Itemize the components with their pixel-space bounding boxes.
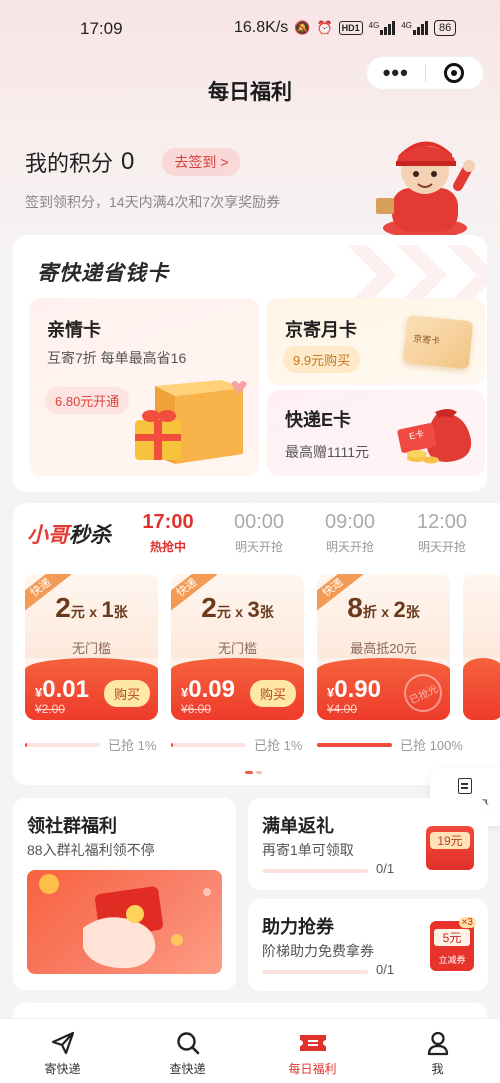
battery-icon: 86 [434, 20, 457, 36]
bottom-tab-bar: 寄快递 查快递 每日福利 我 [0, 1018, 500, 1083]
assist-progress [262, 970, 368, 974]
status-right: 16.8K/s 🔕 ⏰ HD1 4G 4G 86 [234, 19, 457, 37]
status-time: 17:09 [80, 19, 123, 38]
monthly-card-price-button[interactable]: 9.9元购买 [283, 346, 361, 373]
e-card-tile[interactable]: 快递E卡 最高赠1111元 E卡 [267, 390, 485, 476]
target-close-icon[interactable] [425, 63, 483, 83]
coupon-card[interactable]: 快递 2元 x 3张 无门槛 ¥0.09 ¥6.00 购买 [171, 574, 304, 720]
group-welfare-card[interactable]: 领社群福利 88入群礼福利领不停 [13, 798, 236, 990]
search-icon [176, 1032, 199, 1055]
jingji-card-illustration: 京寄卡 [402, 314, 474, 370]
assist-coupon-card[interactable]: 助力抢券 阶梯助力免费拿券 0/1 ×3 5元 立减券 [248, 899, 488, 991]
points-value: 0 [121, 148, 135, 175]
progress-fill [25, 742, 28, 747]
red-envelope-badge: 19元 [426, 826, 474, 870]
carousel-dots [245, 771, 262, 774]
monthly-card-tile[interactable]: 京寄月卡 9.9元购买 京寄卡 [267, 298, 485, 385]
coupon-price: ¥0.09 [181, 676, 235, 703]
mute-bell-icon: 🔕 [294, 20, 311, 35]
coupon-price: ¥0.01 [35, 676, 89, 703]
tab-me[interactable]: 我 [375, 1019, 500, 1083]
group-welfare-desc: 88入群礼福利领不停 [27, 842, 155, 858]
assist-title: 助力抢券 [262, 917, 334, 937]
nav-bar: 每日福利 ••• [0, 56, 500, 120]
full-return-count: 0/1 [376, 861, 395, 876]
coupon-progress: 已抢 1% [171, 735, 302, 754]
alarm-icon: ⏰ [316, 20, 333, 35]
hand-red-envelope-illustration [39, 874, 211, 969]
signal-icon-2: 4G [401, 21, 428, 35]
progress-fill [171, 742, 174, 747]
checkin-button[interactable]: 去签到 > [162, 148, 241, 176]
points-desc: 签到领积分，14天内满4次和7次享奖励券 [25, 194, 281, 210]
network-speed: 16.8K/s [234, 19, 289, 36]
coupon-condition: 最高抵20元 [350, 641, 417, 656]
monthly-card-title: 京寄月卡 [285, 320, 357, 340]
coupon-card-partial[interactable] [463, 574, 500, 720]
coupon-progress: 已抢 100% [317, 735, 463, 754]
buy-button[interactable]: 购买 [103, 680, 150, 707]
money-saving-card-section: 寄快递省钱卡 亲情卡 互寄7折 每单最高省16 6.80元开通 京寄月卡 9.9… [13, 235, 487, 492]
family-card-price-button[interactable]: 6.80元开通 [45, 387, 130, 414]
coupon-amount: 8折 x 2张 [347, 592, 420, 623]
e-card-title: 快递E卡 [285, 410, 352, 430]
gift-box-illustration [135, 380, 247, 464]
points-title: 我的积分 [25, 151, 114, 176]
status-bar: 17:09 16.8K/s 🔕 ⏰ HD1 4G 4G 86 [0, 0, 500, 56]
coupon-progress: 已抢 1% [25, 735, 156, 754]
coupon-condition: 无门槛 [71, 641, 111, 656]
time-tab-1200[interactable]: 12:00 明天开抢 [402, 511, 482, 555]
assist-count: 0/1 [376, 962, 395, 977]
coupon-card[interactable]: 快递 8折 x 2张 最高抵20元 ¥0.90 ¥4.00 已抢光 [317, 574, 450, 720]
full-return-desc: 再寄1单可领取 [262, 842, 354, 858]
family-card-title: 亲情卡 [47, 320, 101, 340]
e-card-desc: 最高赠1111元 [285, 444, 370, 460]
coupon-stack-badge: ×3 5元 立减券 [430, 917, 476, 971]
time-tab-0000[interactable]: 00:00 明天开抢 [219, 511, 299, 555]
tab-track-express[interactable]: 查快递 [125, 1019, 250, 1083]
red-bag-coins-illustration [397, 409, 472, 464]
time-tab-1700[interactable]: 17:00 热抢中 [128, 511, 208, 555]
mini-program-capsule: ••• [366, 56, 484, 90]
points-section: 我的积分 0 去签到 > 签到领积分，14天内满4次和7次享奖励券 [25, 146, 280, 212]
coupon-amount: 2元 x 3张 [201, 592, 274, 623]
buy-button[interactable]: 购买 [249, 680, 296, 707]
sold-out-stamp: 已抢光 [397, 667, 449, 719]
section-title: 寄快递省钱卡 [37, 262, 169, 285]
signal-icon: 4G [369, 21, 396, 35]
coupon-original-price: ¥2.00 [35, 702, 66, 716]
more-dots-icon[interactable]: ••• [367, 56, 425, 90]
coupon-condition: 无门槛 [217, 641, 257, 656]
family-card-tile[interactable]: 亲情卡 互寄7折 每单最高省16 6.80元开通 [29, 298, 259, 476]
paper-plane-icon [51, 1031, 74, 1055]
tab-daily-welfare[interactable]: 每日福利 [250, 1019, 375, 1083]
coupon-card[interactable]: 快递 2元 x 1张 无门槛 ¥0.01 ¥2.00 购买 [25, 574, 158, 720]
coupon-amount: 2元 x 1张 [55, 592, 128, 623]
full-return-progress [262, 869, 368, 873]
full-return-title: 满单返礼 [262, 816, 334, 836]
group-welfare-banner[interactable] [27, 870, 222, 974]
person-icon [427, 1031, 448, 1056]
family-card-desc: 互寄7折 每单最高省16 [47, 350, 187, 366]
hd-icon: HD1 [338, 21, 363, 35]
flash-sale-logo: 小哥秒杀 [27, 524, 111, 547]
jingji-card-text: 京寄卡 [412, 333, 441, 347]
tab-send-express[interactable]: 寄快递 [0, 1019, 125, 1083]
time-tab-0900[interactable]: 09:00 明天开抢 [310, 511, 390, 555]
coupon-price: ¥0.90 [327, 676, 381, 703]
courier-mascot-illustration [376, 141, 475, 236]
progress-fill [317, 742, 392, 747]
group-welfare-title: 领社群福利 [27, 816, 117, 836]
chevron-decoration-icon [347, 245, 487, 305]
coupon-original-price: ¥4.00 [327, 702, 358, 716]
assist-desc: 阶梯助力免费拿券 [262, 943, 374, 959]
coupon-original-price: ¥6.00 [181, 702, 212, 716]
ticket-icon [299, 1035, 326, 1051]
full-return-card[interactable]: 满单返礼 再寄1单可领取 0/1 19元 [248, 798, 488, 890]
receipt-icon [458, 778, 472, 794]
flash-sale-section: 小哥秒杀 17:00 热抢中 00:00 明天开抢 09:00 明天开抢 12:… [13, 503, 500, 785]
